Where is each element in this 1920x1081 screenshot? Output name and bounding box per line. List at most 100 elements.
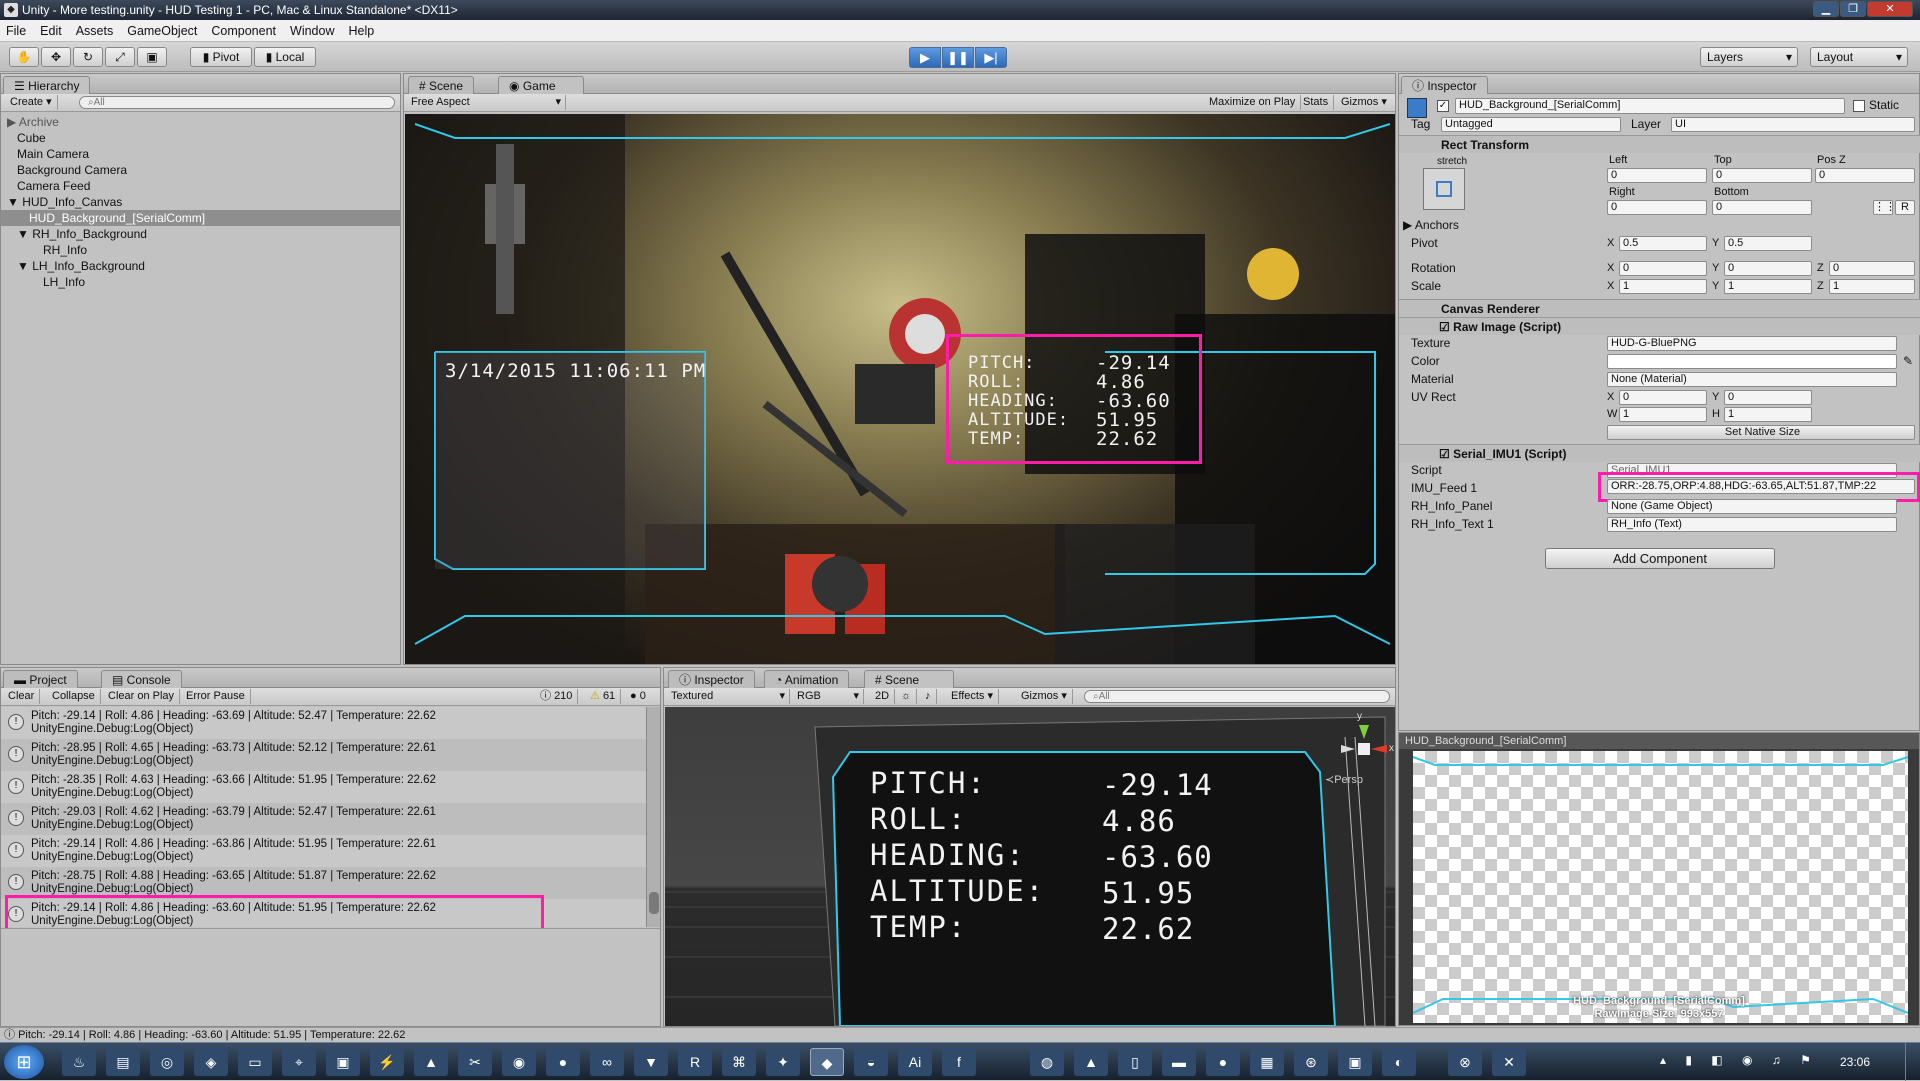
- play-button[interactable]: ▶: [909, 47, 941, 68]
- taskbar-usb-icon[interactable]: ⚡: [370, 1048, 404, 1076]
- anchor-preset-button[interactable]: [1423, 168, 1465, 210]
- taskbar-cmd-icon[interactable]: ▬: [1162, 1048, 1196, 1076]
- posz-field[interactable]: 0: [1815, 168, 1915, 183]
- close-button[interactable]: ✕: [1867, 1, 1913, 17]
- taskbar-spotify-icon[interactable]: ◍: [1030, 1048, 1064, 1076]
- scene-search-input[interactable]: ⌕All: [1084, 690, 1390, 703]
- taskbar-controller-icon[interactable]: ⊗: [1448, 1048, 1482, 1076]
- taskbar-acrobat-icon[interactable]: ▲: [414, 1048, 448, 1076]
- 2d-toggle[interactable]: 2D: [870, 689, 896, 704]
- menu-file[interactable]: File: [6, 24, 26, 38]
- rotate-tool-button[interactable]: ↻: [73, 47, 103, 67]
- hierarchy-item[interactable]: ▼ LH_Info_Background: [1, 258, 401, 274]
- taskbar-illustrator-icon[interactable]: Ai: [898, 1048, 932, 1076]
- system-tray[interactable]: ▴ ▮ ◧ ◉ ♫ ⚑: [1660, 1053, 1819, 1067]
- menu-edit[interactable]: Edit: [40, 24, 62, 38]
- tab-scene[interactable]: # Scene: [408, 76, 475, 94]
- log-entry[interactable]: ! Pitch: -28.95 | Roll: 4.65 | Heading: -…: [1, 739, 651, 771]
- object-name-field[interactable]: HUD_Background_[SerialComm]: [1455, 98, 1845, 114]
- taskbar-arduino-icon[interactable]: ∞: [590, 1048, 624, 1076]
- pivot-y-field[interactable]: 0.5: [1724, 236, 1812, 251]
- rect-tool-button[interactable]: ▣: [137, 47, 167, 67]
- uv-y-field[interactable]: 0: [1724, 390, 1812, 405]
- active-checkbox[interactable]: ✓: [1437, 100, 1449, 112]
- log-entry[interactable]: ! Pitch: -28.35 | Roll: 4.63 | Heading: -…: [1, 771, 651, 803]
- rgb-dropdown[interactable]: RGB ▾: [792, 689, 864, 704]
- uv-x-field[interactable]: 0: [1619, 390, 1707, 405]
- info-count-toggle[interactable]: ⓘ 210: [535, 689, 579, 704]
- taskbar-flash-icon[interactable]: f: [942, 1048, 976, 1076]
- scene-viewport[interactable]: y x ≺Persp PITCH: ROLL: HEADING: ALTITUD…: [665, 707, 1395, 1026]
- taskbar-greenapp-icon[interactable]: ▣: [1338, 1048, 1372, 1076]
- static-checkbox[interactable]: [1853, 100, 1865, 112]
- persp-label[interactable]: ≺Persp: [1325, 773, 1363, 786]
- taskbar-save-icon[interactable]: ▣: [326, 1048, 360, 1076]
- raw-image-header[interactable]: ☑ Raw Image (Script): [1399, 317, 1920, 335]
- taskbar-tools-icon[interactable]: ✂: [458, 1048, 492, 1076]
- layer-dropdown[interactable]: UI: [1671, 117, 1915, 132]
- rotation-y-field[interactable]: 0: [1724, 261, 1812, 276]
- hierarchy-item-selected[interactable]: HUD_Background_[SerialComm]: [1, 210, 401, 226]
- uv-h-field[interactable]: 1: [1724, 407, 1812, 422]
- rotation-x-field[interactable]: 0: [1619, 261, 1707, 276]
- pivot-x-field[interactable]: 0.5: [1619, 236, 1707, 251]
- shading-dropdown[interactable]: Textured ▾: [666, 689, 790, 704]
- scene-gizmos-dropdown[interactable]: Gizmos ▾: [1016, 689, 1073, 704]
- taskbar-r-icon[interactable]: R: [678, 1048, 712, 1076]
- menu-component[interactable]: Component: [211, 24, 276, 38]
- maximize-on-play-toggle[interactable]: Maximize on Play: [1204, 95, 1302, 110]
- uv-w-field[interactable]: 1: [1619, 407, 1707, 422]
- rotation-z-field[interactable]: 0: [1829, 261, 1915, 276]
- clock[interactable]: 23:06: [1840, 1055, 1870, 1069]
- scale-x-field[interactable]: 1: [1619, 279, 1707, 294]
- menu-gameobject[interactable]: GameObject: [127, 24, 197, 38]
- tag-dropdown[interactable]: Untagged: [1441, 117, 1621, 132]
- maximize-button[interactable]: ❐: [1840, 1, 1866, 17]
- taskbar-gamepad-icon[interactable]: ⊛: [1294, 1048, 1328, 1076]
- taskbar-app-icon[interactable]: ◈: [194, 1048, 228, 1076]
- taskbar-vlc-icon[interactable]: ▼: [634, 1048, 668, 1076]
- show-desktop-button[interactable]: [1905, 1043, 1920, 1081]
- anchors-foldout[interactable]: ▶ Anchors: [1403, 218, 1459, 233]
- hierarchy-item[interactable]: ▶ Archive: [1, 114, 401, 130]
- layers-dropdown[interactable]: Layers ▾: [1700, 47, 1798, 67]
- console-scrollbar[interactable]: [646, 707, 660, 927]
- layout-dropdown[interactable]: Layout ▾: [1810, 47, 1908, 67]
- rh-info-text-field[interactable]: RH_Info (Text): [1607, 517, 1897, 532]
- hierarchy-item[interactable]: ▼ HUD_Info_Canvas: [1, 194, 401, 210]
- taskbar-unity-icon[interactable]: ◆: [810, 1048, 844, 1076]
- hierarchy-item[interactable]: Camera Feed: [1, 178, 401, 194]
- hierarchy-item[interactable]: LH_Info: [1, 274, 401, 290]
- menu-window[interactable]: Window: [290, 24, 334, 38]
- menu-help[interactable]: Help: [348, 24, 374, 38]
- step-button[interactable]: ▶|: [975, 47, 1007, 68]
- taskbar-blender-icon[interactable]: ◒: [854, 1048, 888, 1076]
- taskbar-media-icon[interactable]: ●: [1206, 1048, 1240, 1076]
- material-field[interactable]: None (Material): [1607, 372, 1897, 387]
- tab-hierarchy[interactable]: ☰ Hierarchy: [3, 76, 91, 94]
- tab-scene-2[interactable]: # Scene: [864, 670, 954, 688]
- hierarchy-search-input[interactable]: ⌕All: [79, 96, 395, 109]
- imu-feed-field[interactable]: ORR:-28.75,ORP:4.88,HDG:-63.65,ALT:51.87…: [1607, 479, 1915, 494]
- tab-inspector-2[interactable]: ⓘ Inspector: [668, 670, 755, 688]
- eyedropper-icon[interactable]: ✎: [1903, 354, 1913, 369]
- taskbar-steam-icon[interactable]: ♨: [62, 1048, 96, 1076]
- aspect-dropdown[interactable]: Free Aspect ▾: [406, 95, 566, 110]
- error-count-toggle[interactable]: ● 0: [625, 689, 651, 704]
- warning-count-toggle[interactable]: ⚠ 61: [585, 689, 622, 704]
- tab-console[interactable]: ▤ Console: [101, 670, 182, 688]
- top-field[interactable]: 0: [1712, 168, 1812, 183]
- raw-edit-toggle[interactable]: R: [1895, 200, 1915, 215]
- set-native-size-button[interactable]: Set Native Size: [1607, 425, 1915, 440]
- canvas-renderer-header[interactable]: Canvas Renderer: [1399, 299, 1920, 317]
- color-swatch[interactable]: [1607, 354, 1897, 369]
- minimize-button[interactable]: ▁: [1813, 1, 1839, 17]
- stats-toggle[interactable]: Stats: [1298, 95, 1335, 110]
- move-tool-button[interactable]: ✥: [41, 47, 71, 67]
- taskbar-bird-icon[interactable]: ✦: [766, 1048, 800, 1076]
- tab-inspector[interactable]: ⓘ Inspector: [1401, 76, 1488, 94]
- hierarchy-item[interactable]: ▼ RH_Info_Background: [1, 226, 401, 242]
- clear-button[interactable]: Clear: [3, 689, 41, 704]
- log-entry[interactable]: ! Pitch: -29.14 | Roll: 4.86 | Heading: -…: [1, 707, 651, 739]
- hierarchy-item[interactable]: Main Camera: [1, 146, 401, 162]
